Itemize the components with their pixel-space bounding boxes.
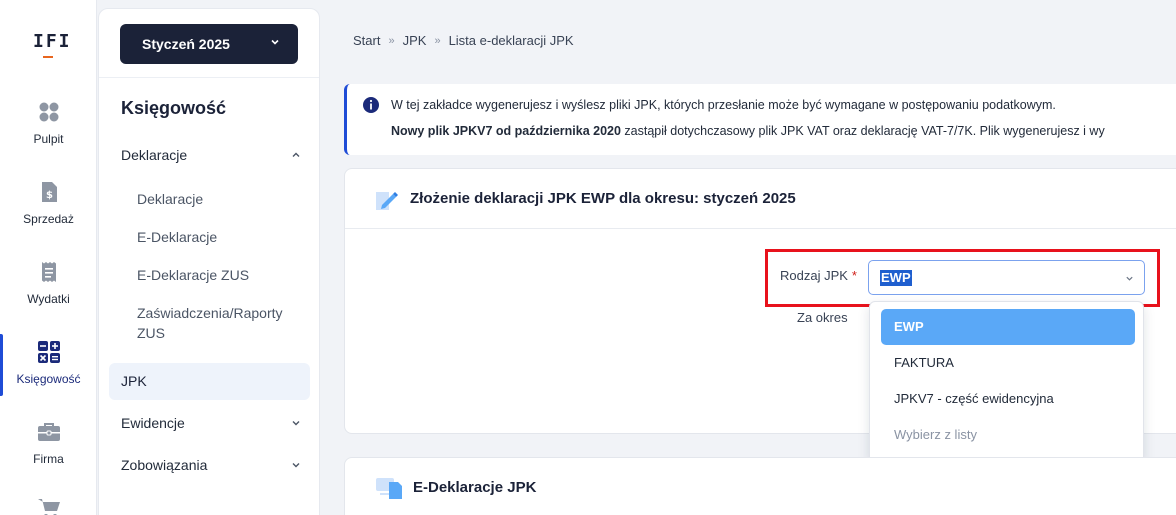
- chevron-down-icon: [292, 463, 300, 468]
- cart-icon: [37, 499, 60, 515]
- invoice-dollar-icon: $: [41, 182, 57, 202]
- info-icon: [363, 97, 379, 113]
- chevron-up-icon: [292, 152, 300, 157]
- ifi-logo[interactable]: IFI: [33, 28, 70, 60]
- chevron-down-icon: [271, 39, 279, 45]
- sidebar-divider: [99, 77, 319, 78]
- sidebar-item-e-deklaracje[interactable]: E-Deklaracje: [137, 227, 307, 247]
- rail-label: Pulpit: [33, 132, 64, 146]
- rail-label: Wydatki: [27, 292, 70, 306]
- sidebar-group-deklaracje[interactable]: Deklaracje: [121, 147, 301, 163]
- icon-rail: IFI Pulpit $ Sprzedaż Wydatki Księgowość…: [0, 0, 97, 515]
- sidebar-item-zaswiadczenia-raporty-zus[interactable]: Zaświadczenia/Raporty ZUS: [137, 303, 307, 343]
- sidebar-item-jpk[interactable]: JPK: [109, 363, 310, 400]
- rail-label: Sprzedaż: [23, 212, 74, 226]
- chevron-down-icon: [292, 421, 300, 426]
- group-label: Zobowiązania: [121, 457, 208, 473]
- period-select-button[interactable]: Styczeń 2025: [120, 24, 298, 64]
- sidebar-group-ewidencje[interactable]: Ewidencje: [121, 415, 301, 431]
- svg-text:$: $: [46, 190, 53, 201]
- breadcrumb: Start » JPK » Lista e-deklaracji JPK: [353, 33, 574, 48]
- logo-text: IFI: [33, 31, 72, 52]
- option-jpkv7-czesc-ewidencyjna[interactable]: JPKV7 - część ewidencyjna: [881, 381, 1135, 417]
- option-faktura[interactable]: FAKTURA: [881, 345, 1135, 381]
- dashboard-icon: [39, 102, 58, 122]
- period-label: Styczeń 2025: [142, 36, 230, 52]
- briefcase-icon: [37, 423, 60, 441]
- rail-item-wydatki[interactable]: Wydatki: [0, 260, 97, 306]
- rail-item-firma[interactable]: Firma: [0, 420, 97, 466]
- card-title: E-Deklaracje JPK: [413, 479, 537, 496]
- card-header: Złożenie deklaracji JPK EWP dla okresu: …: [345, 169, 1176, 229]
- group-label: Deklaracje: [121, 147, 188, 163]
- info-banner: W tej zakładce wygenerujesz i wyślesz pl…: [344, 84, 1176, 155]
- card-title: Złożenie deklaracji JPK EWP dla okresu: …: [410, 190, 796, 207]
- info-text-line1: W tej zakładce wygenerujesz i wyślesz pl…: [391, 98, 1056, 112]
- za-okres-label: Za okres: [797, 310, 848, 325]
- secondary-sidebar: Styczeń 2025 Księgowość Deklaracje Dekla…: [98, 8, 320, 515]
- highlight-annotation-box: [765, 249, 1160, 307]
- info-bold-text: Nowy plik JPKV7 od października 2020: [391, 124, 621, 138]
- rail-item-sprzedaz[interactable]: $ Sprzedaż: [0, 180, 97, 226]
- sidebar-title: Księgowość: [121, 98, 227, 118]
- breadcrumb-start[interactable]: Start: [353, 33, 380, 48]
- option-placeholder[interactable]: Wybierz z listy: [881, 417, 1135, 453]
- rail-item-ksiegowosc[interactable]: Księgowość: [0, 334, 97, 396]
- sidebar-item-deklaracje[interactable]: Deklaracje: [137, 189, 307, 209]
- edit-document-icon: [376, 192, 398, 210]
- logo-underline: [43, 56, 53, 58]
- rail-label: Księgowość: [16, 372, 81, 386]
- calculator-icon: [37, 341, 60, 363]
- rodzaj-jpk-dropdown: EWP FAKTURA JPKV7 - część ewidencyjna Wy…: [869, 301, 1144, 465]
- e-deklaracje-jpk-card: E-Deklaracje JPK: [344, 457, 1176, 515]
- receipt-icon: [41, 262, 56, 282]
- sidebar-item-e-deklaracje-zus[interactable]: E-Deklaracje ZUS: [137, 265, 307, 285]
- breadcrumb-separator-icon: »: [434, 34, 441, 47]
- group-label: Ewidencje: [121, 415, 185, 431]
- info-text-line2: Nowy plik JPKV7 od października 2020 zas…: [391, 124, 1105, 138]
- computer-document-icon: [376, 478, 402, 499]
- breadcrumb-current: Lista e-deklaracji JPK: [448, 33, 574, 48]
- info-rest-text: zastąpił dotychczasowy plik JPK VAT oraz…: [620, 124, 1105, 138]
- breadcrumb-jpk[interactable]: JPK: [403, 33, 427, 48]
- rail-item-pulpit[interactable]: Pulpit: [0, 100, 97, 146]
- rail-label: Firma: [33, 452, 64, 466]
- option-ewp[interactable]: EWP: [881, 309, 1135, 345]
- breadcrumb-separator-icon: »: [388, 34, 395, 47]
- sidebar-group-zobowiazania[interactable]: Zobowiązania: [121, 457, 301, 473]
- rail-item-cart[interactable]: [0, 496, 97, 515]
